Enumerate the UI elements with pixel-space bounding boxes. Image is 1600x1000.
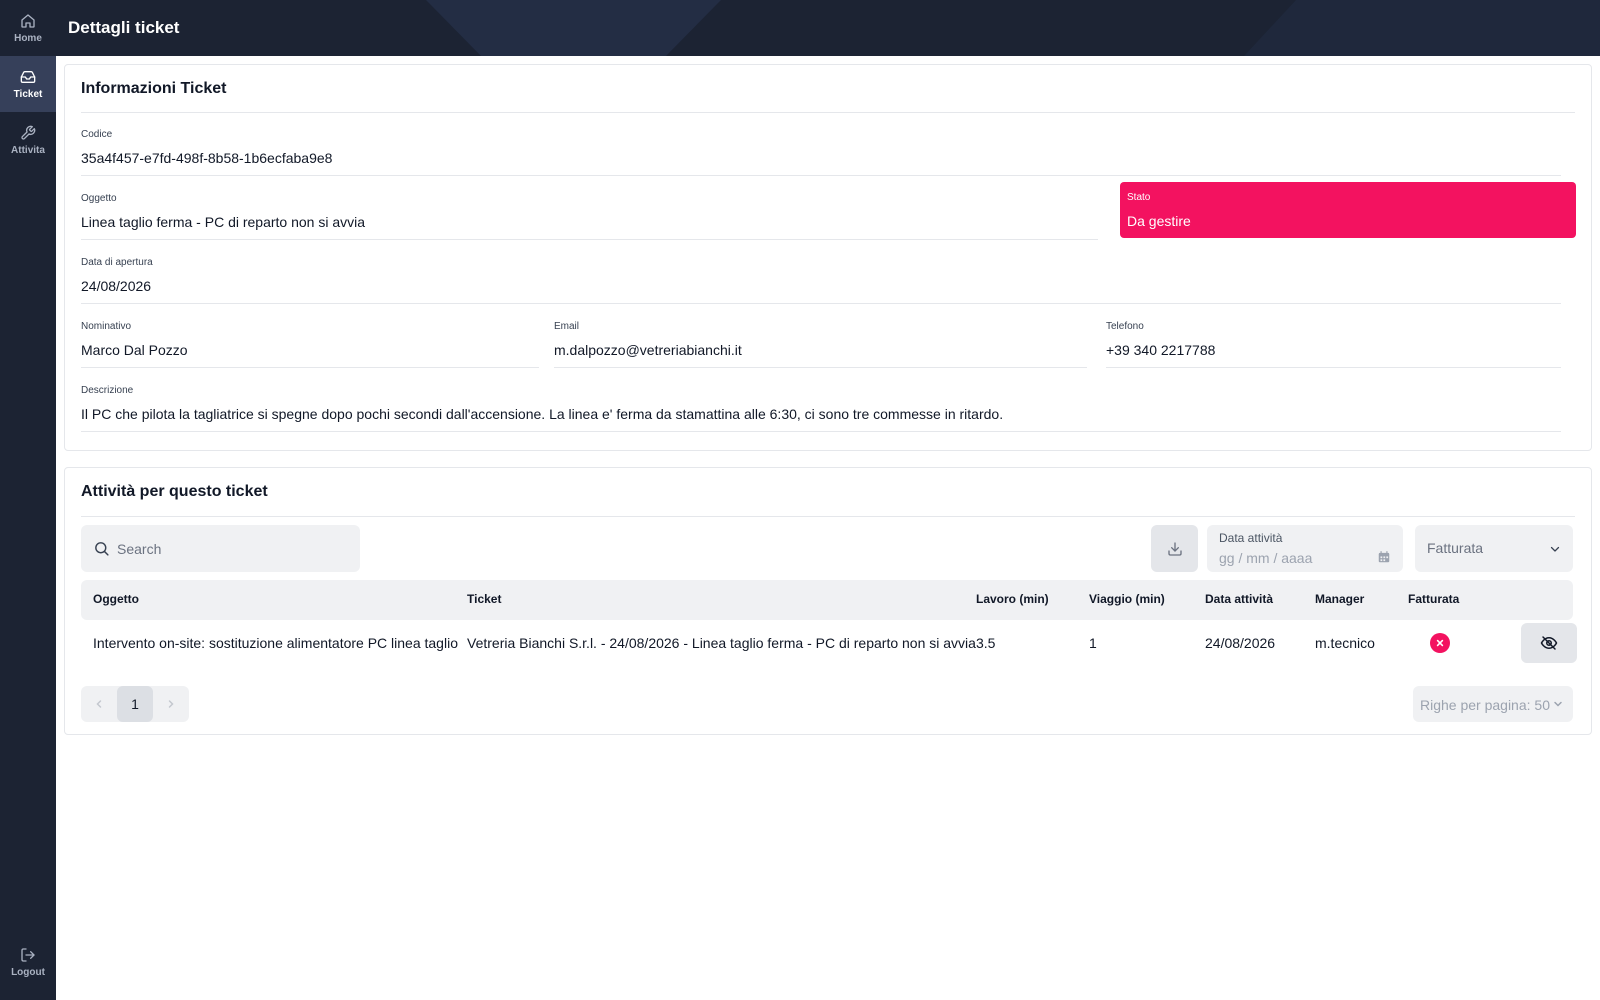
field-underline (81, 239, 1098, 240)
rows-per-page-label: Righe per pagina: 50 (1420, 697, 1550, 713)
cell-viaggio: 1 (1089, 635, 1097, 651)
column-header-manager[interactable]: Manager (1315, 592, 1364, 606)
field-codice: Codice 35a4f457-e7fd-498f-8b58-1b6ecfaba… (81, 129, 1561, 176)
prev-page-button[interactable] (81, 686, 117, 722)
column-header-fatturata[interactable]: Fatturata (1408, 592, 1459, 606)
field-telefono: Telefono +39 340 2217788 (1106, 321, 1561, 368)
field-underline (81, 303, 1561, 304)
field-label: Nominativo (81, 321, 132, 332)
field-label: Descrizione (81, 385, 134, 396)
header-decoration (426, 0, 1600, 56)
field-label: Stato (1127, 192, 1151, 203)
field-value: m.dalpozzo@vetreriabianchi.it (554, 342, 742, 358)
pagination: 1 (81, 686, 189, 722)
chevron-left-icon (96, 700, 102, 708)
column-header-lavoro[interactable]: Lavoro (min) (976, 592, 1049, 606)
ticket-info-title: Informazioni Ticket (81, 80, 227, 97)
ticket-info-card: Informazioni Ticket Codice 35a4f457-e7fd… (64, 64, 1592, 451)
wrench-icon (21, 125, 36, 140)
field-label: Oggetto (81, 193, 117, 204)
column-header-oggetto[interactable]: Oggetto (93, 592, 139, 606)
chevron-down-icon (1550, 546, 1560, 552)
column-header-viaggio[interactable]: Viaggio (min) (1089, 592, 1165, 606)
inbox-icon (20, 70, 36, 83)
cell-lavoro: 3.5 (976, 635, 996, 651)
search-box (81, 525, 360, 572)
field-underline (81, 431, 1561, 432)
cell-manager: m.tecnico (1315, 635, 1375, 651)
field-value: Linea taglio ferma - PC di reparto non s… (81, 214, 366, 230)
not-invoiced-badge (1430, 633, 1450, 653)
page-title: Dettagli ticket (68, 18, 180, 37)
date-filter-label: Data attività (1219, 531, 1283, 545)
fatturata-select[interactable]: Fatturata (1415, 525, 1573, 572)
sidebar: Home Ticket Attivita Logout (0, 0, 56, 1000)
field-email: Email m.dalpozzo@vetreriabianchi.it (554, 321, 1087, 368)
field-value: Da gestire (1127, 213, 1191, 229)
field-label: Telefono (1106, 321, 1144, 332)
field-descrizione: Descrizione Il PC che pilota la tagliatr… (81, 385, 1561, 432)
chevron-down-icon (1554, 701, 1562, 707)
home-icon (21, 13, 35, 28)
field-label: Codice (81, 129, 113, 140)
download-button[interactable] (1151, 525, 1198, 572)
title-divider (81, 112, 1575, 113)
page-button-current[interactable]: 1 (117, 686, 153, 722)
next-page-button[interactable] (153, 686, 189, 722)
sidebar-item-ticket[interactable]: Ticket (0, 56, 56, 112)
sidebar-item-attivita[interactable]: Attivita (0, 112, 56, 168)
fatturata-select-value: Fatturata (1427, 540, 1484, 556)
field-value: 24/08/2026 (81, 278, 152, 294)
calendar-icon[interactable] (1377, 550, 1391, 564)
column-header-data[interactable]: Data attività (1205, 592, 1273, 606)
field-data-apertura: Data di apertura 24/08/2026 (81, 257, 1561, 304)
sidebar-item-label: Logout (11, 966, 45, 978)
activities-card: Attività per questo ticket Data attività… (64, 467, 1592, 735)
field-underline (1106, 367, 1561, 368)
field-oggetto: Oggetto Linea taglio ferma - PC di repar… (81, 193, 1098, 240)
field-underline (554, 367, 1087, 368)
logout-icon (21, 947, 35, 962)
title-divider (81, 516, 1575, 517)
sidebar-item-label: Attivita (11, 144, 45, 156)
download-icon (1167, 541, 1182, 556)
sidebar-item-home[interactable]: Home (0, 0, 56, 56)
field-label: Email (554, 321, 580, 332)
cell-ticket: Vetreria Bianchi S.r.l. - 24/08/2026 - L… (467, 635, 976, 651)
view-button[interactable] (1521, 623, 1577, 663)
close-icon (1436, 639, 1444, 647)
field-value: +39 340 2217788 (1106, 342, 1216, 358)
status-badge: Stato Da gestire (1120, 182, 1576, 238)
cell-oggetto: Intervento on-site: sostituzione aliment… (93, 635, 458, 651)
sidebar-item-label: Home (14, 32, 42, 44)
table-row[interactable]: Intervento on-site: sostituzione aliment… (81, 620, 1577, 666)
activities-title: Attività per questo ticket (81, 483, 268, 500)
sidebar-item-logout[interactable]: Logout (0, 934, 56, 990)
date-filter-input[interactable]: Data attività gg / mm / aaaa (1207, 525, 1403, 572)
column-header-ticket[interactable]: Ticket (467, 592, 501, 606)
field-underline (81, 175, 1561, 176)
rows-per-page-select[interactable]: Righe per pagina: 50 (1413, 686, 1573, 722)
eye-off-icon (1540, 636, 1558, 650)
cell-data: 24/08/2026 (1205, 635, 1276, 651)
table-header: Oggetto Ticket Lavoro (min) Viaggio (min… (81, 580, 1573, 620)
field-value: 35a4f457-e7fd-498f-8b58-1b6ecfaba9e8 (81, 150, 333, 166)
field-value: Il PC che pilota la tagliatrice si spegn… (81, 406, 1004, 422)
top-header: Dettagli ticket (56, 0, 1600, 56)
search-input[interactable] (117, 537, 347, 561)
date-filter-placeholder: gg / mm / aaaa (1219, 550, 1313, 566)
field-nominativo: Nominativo Marco Dal Pozzo (81, 321, 539, 368)
field-label: Data di apertura (81, 257, 153, 268)
field-underline (81, 367, 539, 368)
field-value: Marco Dal Pozzo (81, 342, 188, 358)
sidebar-item-label: Ticket (13, 88, 43, 100)
chevron-right-icon (168, 700, 174, 708)
search-icon (95, 542, 109, 556)
